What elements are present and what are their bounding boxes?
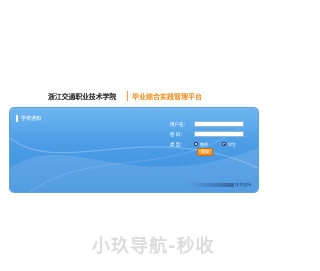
watermark-text: 小玖导航-秒收 [92, 236, 215, 257]
panel-footer: 技术支持 [188, 182, 254, 188]
radio-teacher[interactable] [194, 142, 198, 146]
radio-student[interactable] [222, 142, 226, 146]
username-label: 用户名： [170, 123, 188, 128]
login-button[interactable]: 登录 [197, 148, 213, 156]
panel-title: 学校通知 [21, 116, 42, 122]
password-label: 密 码： [170, 133, 185, 138]
password-input[interactable] [194, 131, 244, 137]
username-input[interactable] [194, 121, 244, 127]
platform-name: 毕业综合实践管理平台 [132, 93, 202, 101]
username-row: 用户名： [170, 121, 254, 129]
panel-title-bar: 学校通知 [16, 114, 56, 124]
page-header: 浙江交通职业技术学院 毕业综合实践管理平台 [48, 88, 224, 106]
title-marker-icon [16, 115, 18, 122]
radio-student-label: 学生 [228, 142, 236, 147]
school-name: 浙江交通职业技术学院 [48, 93, 116, 101]
type-label: 类 型： [170, 143, 185, 148]
footer-text: 技术支持 [235, 182, 251, 187]
password-row: 密 码： [170, 131, 254, 139]
header-divider [127, 91, 128, 101]
footer-strip [188, 183, 234, 187]
login-panel: 学校通知 用户名： 密 码： 类 型： 教师 学生 登录 技术支持 [10, 108, 258, 192]
